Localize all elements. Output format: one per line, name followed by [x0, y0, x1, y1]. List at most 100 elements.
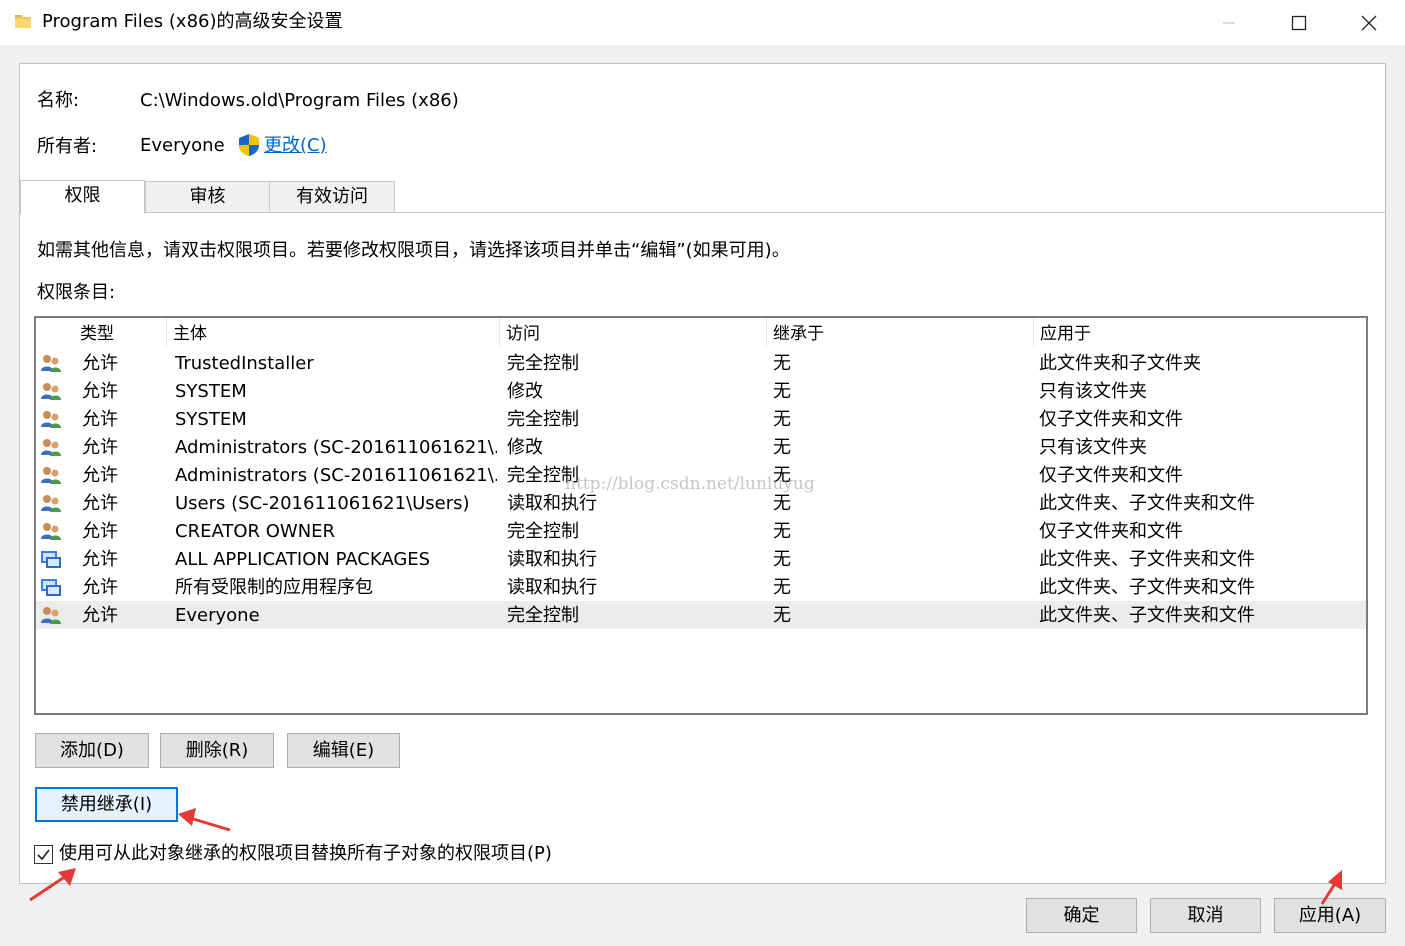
- cell-type: 允许: [82, 549, 118, 570]
- user-group-icon: [41, 411, 61, 428]
- user-group-icon: [41, 467, 61, 484]
- table-row[interactable]: 允许 所有受限制的应用程序包 读取和执行 无 此文件夹、子文件夹和文件: [36, 573, 1366, 601]
- table-row[interactable]: 允许 SYSTEM 修改 无 只有该文件夹: [36, 377, 1366, 405]
- cell-principal: 所有受限制的应用程序包: [175, 577, 373, 598]
- cell-access: 读取和执行: [507, 577, 597, 598]
- edit-button[interactable]: 编辑(E): [287, 733, 400, 768]
- cell-inherited-from: 无: [773, 605, 791, 626]
- cell-applies-to: 仅子文件夹和文件: [1039, 521, 1183, 542]
- app-package-icon: [41, 551, 61, 568]
- cell-principal: ALL APPLICATION PACKAGES: [175, 549, 431, 570]
- cancel-button[interactable]: 取消: [1150, 898, 1261, 933]
- cell-principal: Everyone: [175, 605, 260, 626]
- close-button[interactable]: [1334, 0, 1404, 45]
- table-row[interactable]: 允许 TrustedInstaller 完全控制 无 此文件夹和子文件夹: [36, 349, 1366, 377]
- change-owner-link[interactable]: 更改(C): [264, 134, 327, 158]
- cell-principal: TrustedInstaller: [175, 353, 314, 374]
- cell-type: 允许: [82, 493, 118, 514]
- column-header-principal[interactable]: 主体: [167, 318, 499, 348]
- table-row[interactable]: 允许 Administrators (SC-201611061621\... 修改 无…: [36, 433, 1366, 461]
- name-label: 名称:: [37, 90, 80, 111]
- column-header-type[interactable]: 类型: [74, 318, 166, 348]
- cell-type: 允许: [82, 409, 118, 430]
- cell-applies-to: 仅子文件夹和文件: [1039, 409, 1183, 430]
- entries-label: 权限条目:: [37, 282, 116, 303]
- user-group-icon: [41, 439, 61, 456]
- watermark: http://blog.csdn.net/lunluyug: [565, 474, 815, 494]
- table-row[interactable]: 允许 ALL APPLICATION PACKAGES 读取和执行 无 此文件夹、子文件…: [36, 545, 1366, 573]
- cell-type: 允许: [82, 381, 118, 402]
- minimize-icon: [1223, 22, 1235, 23]
- permission-entries-list[interactable]: 类型 主体 访问 继承于 应用于 允许 TrustedInstaller 完全控制无…: [34, 316, 1368, 715]
- table-row[interactable]: 允许 SYSTEM 完全控制 无 仅子文件夹和文件: [36, 405, 1366, 433]
- column-header-inherited-from[interactable]: 继承于: [767, 318, 1033, 348]
- cell-applies-to: 此文件夹和子文件夹: [1039, 353, 1201, 374]
- name-value: C:\Windows.old\Program Files (x86): [140, 90, 459, 111]
- owner-label: 所有者:: [37, 136, 98, 157]
- cell-principal: Administrators (SC-201611061621\...: [175, 437, 497, 458]
- cell-access: 完全控制: [507, 521, 579, 542]
- cell-type: 允许: [82, 521, 118, 542]
- cell-principal: SYSTEM: [175, 381, 247, 402]
- table-row[interactable]: 允许 Everyone 完全控制 无 此文件夹、子文件夹和文件: [36, 601, 1366, 629]
- cell-access: 完全控制: [507, 353, 579, 374]
- user-group-icon: [41, 383, 61, 400]
- tab-permissions[interactable]: 权限: [20, 180, 145, 214]
- maximize-button[interactable]: [1264, 0, 1334, 45]
- cell-applies-to: 此文件夹、子文件夹和文件: [1039, 577, 1255, 598]
- window-title: Program Files (x86)的高级安全设置: [42, 11, 343, 32]
- user-group-icon: [41, 523, 61, 540]
- cell-principal: SYSTEM: [175, 409, 247, 430]
- cell-inherited-from: 无: [773, 521, 791, 542]
- user-group-icon: [41, 495, 61, 512]
- cell-applies-to: 此文件夹、子文件夹和文件: [1039, 605, 1255, 626]
- cell-principal: CREATOR OWNER: [175, 521, 336, 542]
- user-group-icon: [41, 355, 61, 372]
- cell-inherited-from: 无: [773, 437, 791, 458]
- add-button[interactable]: 添加(D): [35, 733, 149, 768]
- tab-auditing[interactable]: 审核: [145, 181, 270, 213]
- close-icon: [1361, 15, 1377, 30]
- cell-applies-to: 仅子文件夹和文件: [1039, 465, 1183, 486]
- instructions-text: 如需其他信息，请双击权限项目。若要修改权限项目，请选择该项目并单击“编辑”(如果…: [37, 240, 790, 261]
- cell-access: 修改: [507, 381, 543, 402]
- disable-inheritance-button[interactable]: 禁用继承(I): [35, 787, 178, 822]
- cell-principal: Users (SC-201611061621\Users): [175, 493, 470, 514]
- cell-access: 修改: [507, 437, 543, 458]
- replace-child-permissions-checkbox[interactable]: [34, 845, 53, 864]
- cell-access: 完全控制: [507, 605, 579, 626]
- ok-button[interactable]: 确定: [1026, 898, 1137, 933]
- minimize-button[interactable]: [1194, 0, 1264, 45]
- cell-inherited-from: 无: [773, 409, 791, 430]
- owner-value: Everyone: [140, 135, 225, 156]
- user-group-icon: [41, 607, 61, 624]
- cell-inherited-from: 无: [773, 549, 791, 570]
- cell-type: 允许: [82, 437, 118, 458]
- cell-applies-to: 只有该文件夹: [1039, 437, 1147, 458]
- cell-applies-to: 此文件夹、子文件夹和文件: [1039, 549, 1255, 570]
- cell-access: 读取和执行: [507, 549, 597, 570]
- maximize-icon: [1291, 15, 1307, 30]
- folder-icon: [15, 15, 31, 28]
- cell-access: 完全控制: [507, 409, 579, 430]
- cell-applies-to: 只有该文件夹: [1039, 381, 1147, 402]
- cell-applies-to: 此文件夹、子文件夹和文件: [1039, 493, 1255, 514]
- cell-principal: Administrators (SC-201611061621\...: [175, 465, 497, 486]
- tab-effective-access[interactable]: 有效访问: [269, 181, 395, 213]
- cell-type: 允许: [82, 465, 118, 486]
- column-header-applies-to[interactable]: 应用于: [1034, 318, 1364, 348]
- cell-type: 允许: [82, 353, 118, 374]
- cell-type: 允许: [82, 577, 118, 598]
- replace-child-permissions-label[interactable]: 使用可从此对象继承的权限项目替换所有子对象的权限项目(P): [59, 842, 552, 866]
- app-package-icon: [41, 579, 61, 596]
- remove-button[interactable]: 删除(R): [160, 733, 274, 768]
- cell-inherited-from: 无: [773, 353, 791, 374]
- uac-shield-icon: [239, 134, 259, 156]
- column-header-access[interactable]: 访问: [500, 318, 766, 348]
- table-row[interactable]: 允许 CREATOR OWNER 完全控制 无 仅子文件夹和文件: [36, 517, 1366, 545]
- checkmark-icon: [37, 849, 50, 861]
- cell-inherited-from: 无: [773, 381, 791, 402]
- apply-button[interactable]: 应用(A): [1274, 898, 1386, 933]
- title-bar: Program Files (x86)的高级安全设置: [0, 0, 1405, 45]
- cell-inherited-from: 无: [773, 577, 791, 598]
